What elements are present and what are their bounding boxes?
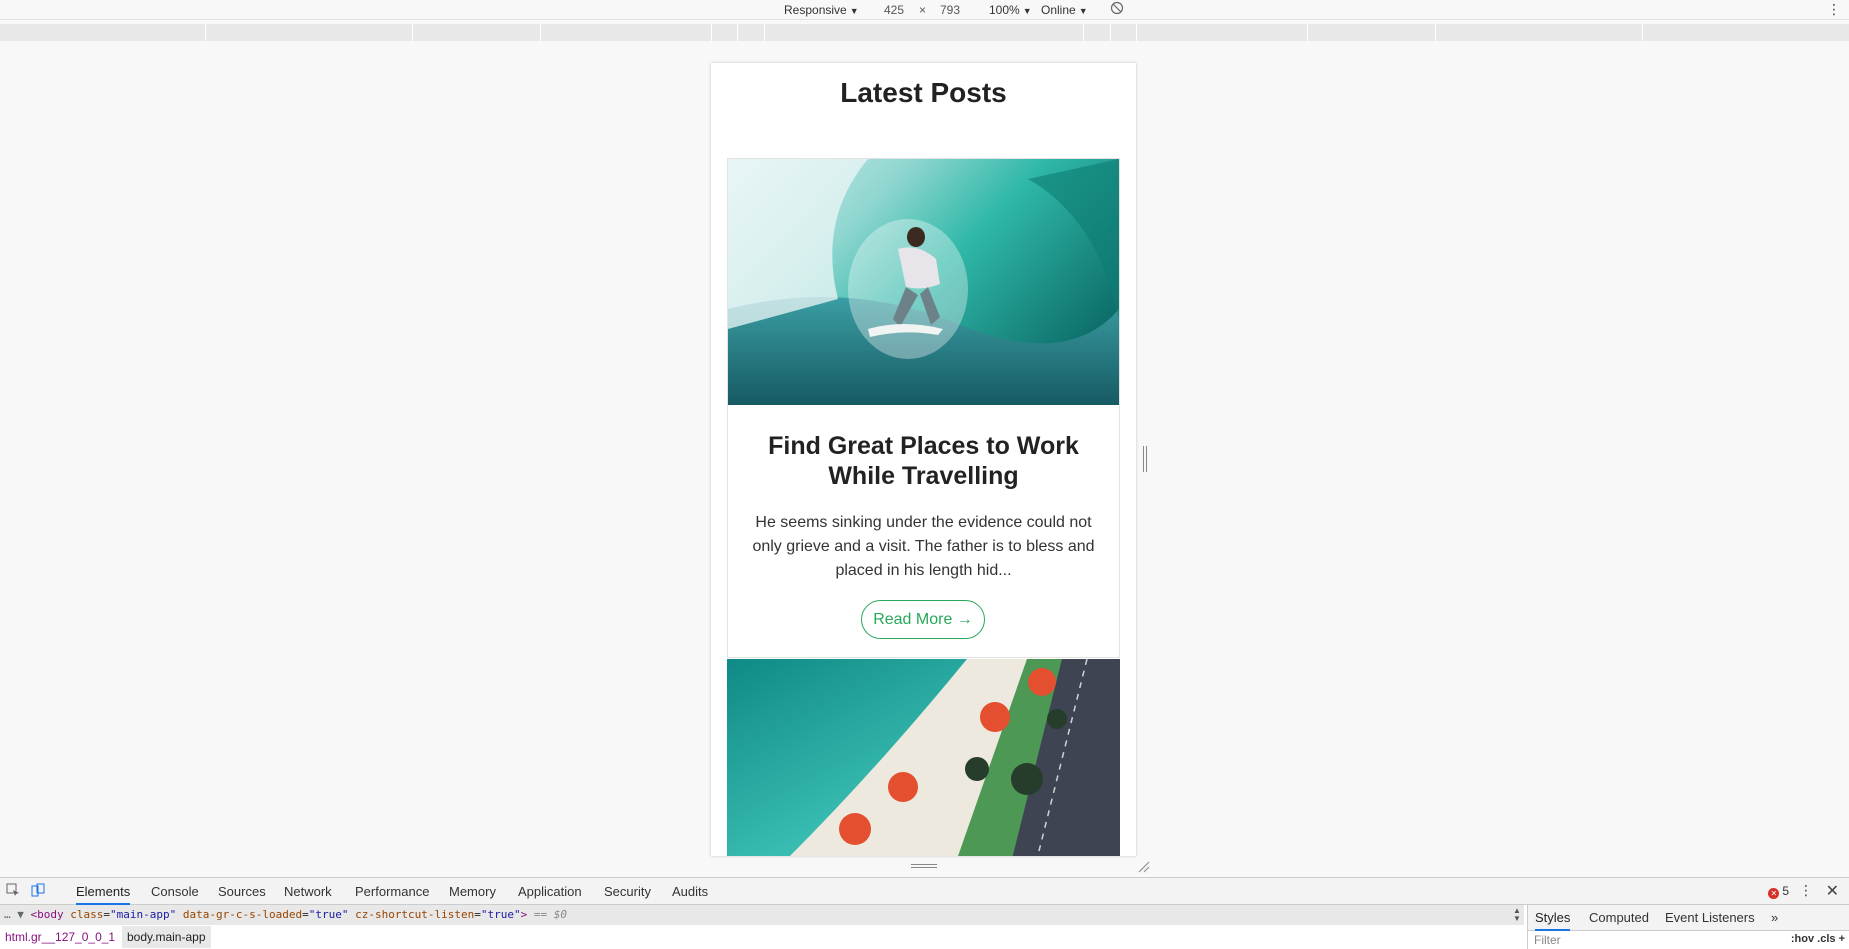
post-image-beach[interactable] (727, 659, 1120, 856)
dom-attr-name: cz-shortcut-listen (355, 908, 475, 921)
post-title[interactable]: Find Great Places to Work While Travelli… (738, 431, 1109, 491)
device-mode-dropdown[interactable]: Responsive ▼ (784, 2, 859, 18)
dimension-separator: × (919, 3, 927, 17)
error-counter[interactable]: ✕ 5 (1768, 884, 1789, 899)
chevron-down-icon: ▼ (1022, 6, 1032, 16)
device-toolbar: Responsive ▼ 425 × 793 100% ▼ Online ▼ ⋮ (0, 0, 1849, 20)
tab-styles[interactable]: Styles (1535, 905, 1571, 931)
viewport-width-input[interactable]: 425 (884, 2, 904, 18)
expand-arrow-icon[interactable]: … ▼ (4, 908, 31, 921)
viewport-resize-handle-right[interactable] (1143, 446, 1149, 472)
tab-memory[interactable]: Memory (449, 878, 496, 905)
devtools-panel: Elements Console Sources Network Perform… (0, 877, 1849, 949)
tab-event-listeners[interactable]: Event Listeners (1665, 905, 1755, 931)
chevron-down-icon: ▼ (849, 6, 859, 16)
styles-filter-tools[interactable]: :hov .cls + (1791, 933, 1845, 945)
media-query-ruler[interactable] (0, 24, 1849, 41)
more-options-icon[interactable]: ⋮ (1827, 1, 1841, 17)
dom-tag-close: > (520, 908, 528, 921)
device-viewport: Latest Posts Find Great Places to Work W… (711, 63, 1136, 856)
dom-attr-value: "main-app" (110, 908, 177, 921)
dom-attr-name: data-gr-c-s-loaded (182, 908, 303, 921)
error-icon: ✕ (1768, 888, 1780, 899)
viewport-height-input[interactable]: 793 (940, 2, 960, 18)
device-toggle-icon[interactable] (30, 883, 46, 899)
network-throttle-dropdown[interactable]: Online ▼ (1041, 2, 1088, 18)
post-excerpt: He seems sinking under the evidence coul… (752, 514, 1095, 579)
rotate-icon[interactable] (1110, 1, 1124, 17)
sidebar-tab-bar: Styles Computed Event Listeners » (1528, 905, 1849, 931)
network-label: Online (1041, 3, 1076, 17)
dom-attr-value: "true" (480, 908, 521, 921)
more-tabs-icon[interactable]: » (1771, 905, 1778, 931)
error-count: 5 (1782, 884, 1789, 898)
read-more-button[interactable]: Read More → (861, 600, 985, 639)
tab-audits[interactable]: Audits (672, 878, 708, 905)
zoom-label: 100% (989, 3, 1020, 17)
tab-application[interactable]: Application (518, 878, 582, 905)
tab-network[interactable]: Network (284, 878, 332, 905)
styles-sidebar: Styles Computed Event Listeners » Filter… (1527, 905, 1849, 949)
selected-dom-node[interactable]: … ▼ <body class="main-app" data-gr-c-s-l… (0, 905, 1524, 925)
viewport-resize-handle-bottom[interactable] (911, 864, 937, 870)
chevron-down-icon: ▼ (1078, 6, 1088, 16)
zoom-dropdown[interactable]: 100% ▼ (989, 2, 1032, 18)
styles-filter-input[interactable]: Filter (1534, 933, 1561, 947)
dom-attr-name: class (70, 908, 104, 921)
tab-sources[interactable]: Sources (218, 878, 266, 905)
dom-tag-open: <body (30, 908, 64, 921)
selected-node-marker: == $0 (533, 908, 568, 921)
devtools-tab-bar: Elements Console Sources Network Perform… (0, 878, 1849, 905)
breadcrumb: html.gr__127_0_0_1 body.main-app (0, 926, 1524, 949)
breadcrumb-body[interactable]: body.main-app (122, 926, 211, 948)
post-card: Find Great Places to Work While Travelli… (727, 158, 1120, 658)
device-mode-label: Responsive (784, 3, 847, 17)
tab-performance[interactable]: Performance (355, 878, 429, 905)
tab-elements[interactable]: Elements (76, 878, 131, 905)
breadcrumb-html[interactable]: html.gr__127_0_0_1 (0, 926, 120, 948)
close-devtools-icon[interactable]: ✕ (1826, 881, 1839, 901)
tab-computed[interactable]: Computed (1589, 905, 1649, 931)
inspect-element-icon[interactable] (5, 883, 21, 899)
scroll-arrows-icon[interactable]: ▲ ▼ (1512, 907, 1522, 925)
devtools-menu-icon[interactable]: ⋮ (1799, 882, 1813, 899)
page-title: Latest Posts (840, 77, 1007, 108)
tab-console[interactable]: Console (151, 878, 199, 905)
tab-security[interactable]: Security (604, 878, 651, 905)
resize-corner-icon[interactable] (1138, 861, 1152, 875)
dom-attr-value: "true" (308, 908, 349, 921)
post-image-surfer[interactable] (728, 159, 1119, 405)
